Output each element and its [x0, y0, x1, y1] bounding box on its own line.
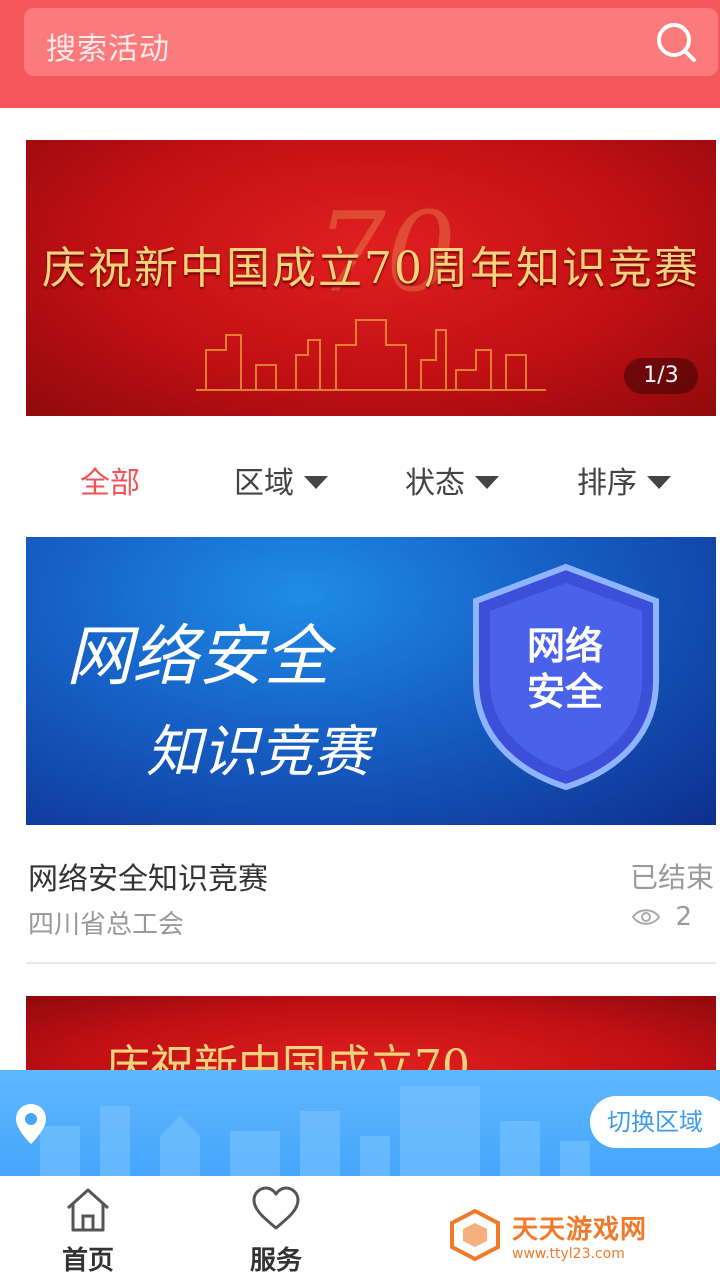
- filter-region[interactable]: 区域: [234, 458, 328, 502]
- status-badge: 已结束: [629, 861, 714, 894]
- heart-icon: [252, 1186, 300, 1230]
- filter-all[interactable]: 全部: [80, 458, 140, 502]
- nav-service[interactable]: 服务: [226, 1184, 326, 1277]
- switch-region-button[interactable]: 切换区域: [590, 1096, 720, 1148]
- eye-icon: [632, 909, 661, 925]
- filter-sort[interactable]: 排序: [577, 458, 671, 502]
- filter-bar: 全部 区域 状态 排序: [0, 450, 720, 510]
- watermark-title: 天天游戏网: [512, 1214, 648, 1245]
- shield-text: 网络 安全: [526, 624, 603, 714]
- search-icon[interactable]: [654, 20, 698, 64]
- watermark-logo-icon: [450, 1208, 500, 1262]
- card-image-title-line1: 网络安全: [66, 618, 330, 695]
- watermark-url: www.ttyl23.com: [512, 1245, 625, 1262]
- header: 搜索活动: [0, 0, 720, 108]
- nav-service-label: 服务: [249, 1246, 302, 1276]
- view-count: 2: [631, 902, 692, 932]
- filter-region-label: 区域: [234, 466, 294, 501]
- search-placeholder[interactable]: 搜索活动: [46, 24, 170, 68]
- view-count-value: 2: [675, 902, 692, 932]
- filter-sort-label: 排序: [577, 466, 637, 501]
- carousel-banner[interactable]: 70 庆祝新中国成立70周年知识竞赛 1/3: [26, 140, 716, 416]
- filter-status[interactable]: 状态: [405, 458, 499, 502]
- home-icon: [66, 1188, 110, 1232]
- location-pin-icon[interactable]: [14, 1102, 48, 1146]
- activity-title[interactable]: 网络安全知识竞赛: [28, 854, 268, 898]
- filter-status-label: 状态: [405, 466, 465, 501]
- banner-title: 庆祝新中国成立70周年知识竞赛: [42, 243, 700, 294]
- bottom-nav: 首页 服务 天天游戏网 www.ttyl23.com: [0, 1176, 720, 1280]
- filter-all-label: 全部: [80, 466, 140, 501]
- nav-home-label: 首页: [61, 1246, 114, 1276]
- caret-down-icon: [475, 475, 499, 489]
- activity-organizer: 四川省总工会: [28, 910, 185, 940]
- caret-down-icon: [647, 475, 671, 489]
- region-bar: 切换区域: [0, 1070, 720, 1176]
- caret-down-icon: [304, 475, 328, 489]
- divider: [26, 962, 716, 964]
- activity-card-image[interactable]: 网络安全 知识竞赛 网络 安全: [26, 537, 716, 825]
- carousel-counter: 1/3: [624, 358, 698, 394]
- card-image-title-line2: 知识竞赛: [146, 720, 370, 785]
- search-bar[interactable]: 搜索活动: [24, 8, 718, 76]
- nav-home[interactable]: 首页: [38, 1184, 138, 1277]
- watermark: 天天游戏网 www.ttyl23.com: [448, 1208, 647, 1262]
